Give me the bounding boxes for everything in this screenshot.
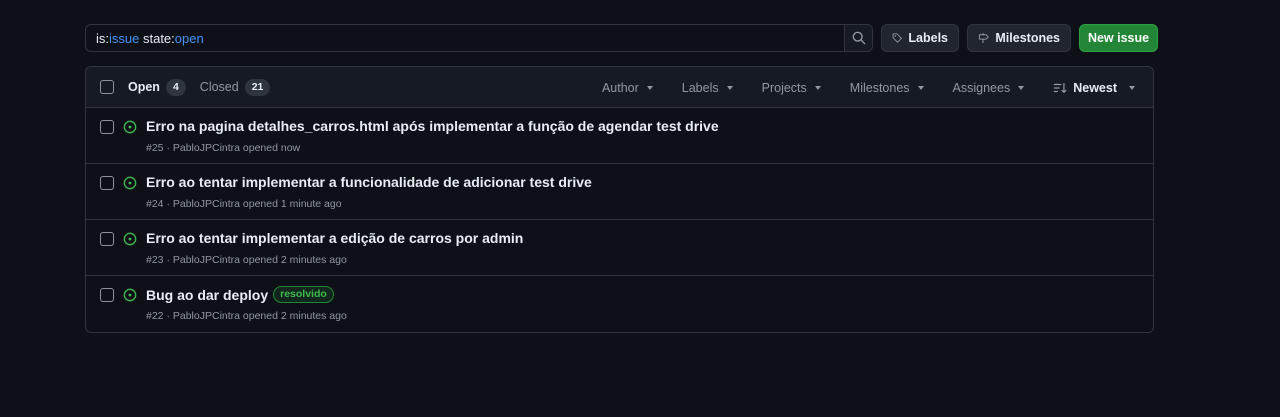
issue-row: Bug ao dar deploy resolvido #22 · PabloJ… [86,276,1153,332]
chevron-down-icon [1129,85,1135,90]
projects-filter[interactable]: Projects [762,81,821,95]
issue-author-link[interactable]: PabloJPCintra [173,142,240,154]
sort-icon [1053,82,1067,93]
projects-filter-label: Projects [761,80,807,95]
query-token: open [174,30,204,46]
issues-toolbar: is: issue state: open Labels Milestones Ne… [85,24,1158,52]
issue-rows: Erro na pagina detalhes_carros.html após… [86,108,1153,332]
issue-title-link[interactable]: Erro na pagina detalhes_carros.html após… [146,118,719,134]
issue-number: #25 [146,142,164,154]
search-bar: is: issue state: open [85,24,873,52]
new-issue-button[interactable]: New issue [1079,24,1158,52]
labels-button-label: Labels [908,31,948,45]
issue-checkbox[interactable] [100,176,114,190]
filter-bar: Author Labels Projects Milestones Assign… [573,67,1135,108]
issue-meta: #23 · PabloJPCintra opened 2 minutes ago [146,254,347,266]
issue-title-line: Erro na pagina detalhes_carros.html após… [146,118,719,134]
issue-meta: #22 · PabloJPCintra opened 2 minutes ago [146,310,347,322]
issue-checkbox[interactable] [100,120,114,134]
issue-label-badge[interactable]: resolvido [273,286,334,303]
issue-opened-icon [123,176,137,190]
assignees-filter[interactable]: Assignees [953,81,1025,95]
issue-title-link[interactable]: Erro ao tentar implementar a edição de c… [146,230,523,246]
issue-number: #22 [146,310,164,322]
tag-icon [892,33,902,43]
assignees-filter-label: Assignees [952,80,1011,95]
meta-separator: · [163,254,173,266]
chevron-down-icon [726,85,733,90]
issue-row: Erro ao tentar implementar a edição de c… [86,220,1153,276]
issue-title-line: Erro ao tentar implementar a edição de c… [146,230,523,246]
issue-row: Erro na pagina detalhes_carros.html após… [86,108,1153,164]
search-icon [852,31,865,45]
meta-separator: · [163,142,173,154]
closed-count-badge: 21 [244,78,271,96]
issue-meta: #25 · PabloJPCintra opened now [146,142,300,154]
chevron-down-icon [1018,85,1025,90]
search-button[interactable] [844,25,872,51]
tab-open[interactable]: Open 4 [128,78,186,96]
issue-title-link[interactable]: Erro ao tentar implementar a funcionalid… [146,174,592,190]
issue-row: Erro ao tentar implementar a funcionalid… [86,164,1153,220]
issue-author-link[interactable]: PabloJPCintra [173,198,240,210]
milestone-icon [978,33,989,43]
open-count-badge: 4 [165,78,186,96]
issues-list-header: Open 4 Closed 21 Author Labels Projects … [86,67,1153,108]
milestones-filter-label: Milestones [849,80,910,95]
issue-opened-icon [123,232,137,246]
labels-filter-label: Labels [681,80,719,95]
issue-checkbox[interactable] [100,232,114,246]
milestones-button-label: Milestones [995,31,1060,45]
tab-open-label: Open [128,80,160,94]
issue-opened-time: opened 2 minutes ago [240,310,347,322]
search-input[interactable]: is: issue state: open [86,25,844,51]
select-all-checkbox[interactable] [100,80,114,94]
issue-number: #24 [146,198,164,210]
issue-title-line: Erro ao tentar implementar a funcionalid… [146,174,592,190]
chevron-down-icon [917,85,924,90]
issues-list: Open 4 Closed 21 Author Labels Projects … [85,66,1154,333]
chevron-down-icon [646,85,653,90]
tab-closed-label: Closed [199,80,239,94]
issue-opened-time: opened 1 minute ago [240,198,342,210]
milestones-button[interactable]: Milestones [967,24,1071,52]
issue-number: #23 [146,254,164,266]
issue-title-link[interactable]: Bug ao dar deploy [146,287,268,303]
meta-separator: · [163,198,173,210]
author-filter[interactable]: Author [602,81,653,95]
query-token: state: [139,30,175,46]
issue-opened-icon [123,120,137,134]
sort-dropdown[interactable]: Newest [1053,81,1135,95]
query-token: is: [96,30,109,46]
issue-opened-icon [123,288,137,302]
milestones-filter[interactable]: Milestones [850,81,924,95]
author-filter-label: Author [601,80,639,95]
issue-opened-time: opened now [240,142,301,154]
chevron-down-icon [814,85,821,90]
meta-separator: · [163,310,173,322]
query-token: issue [109,30,140,46]
tab-closed[interactable]: Closed 21 [199,78,271,96]
labels-button[interactable]: Labels [881,24,959,52]
issue-opened-time: opened 2 minutes ago [240,254,347,266]
issue-title-line: Bug ao dar deploy resolvido [146,286,334,303]
sort-dropdown-label: Newest [1073,80,1117,95]
issue-author-link[interactable]: PabloJPCintra [173,254,240,266]
issue-meta: #24 · PabloJPCintra opened 1 minute ago [146,198,342,210]
labels-filter[interactable]: Labels [682,81,733,95]
issue-author-link[interactable]: PabloJPCintra [173,310,240,322]
issue-checkbox[interactable] [100,288,114,302]
